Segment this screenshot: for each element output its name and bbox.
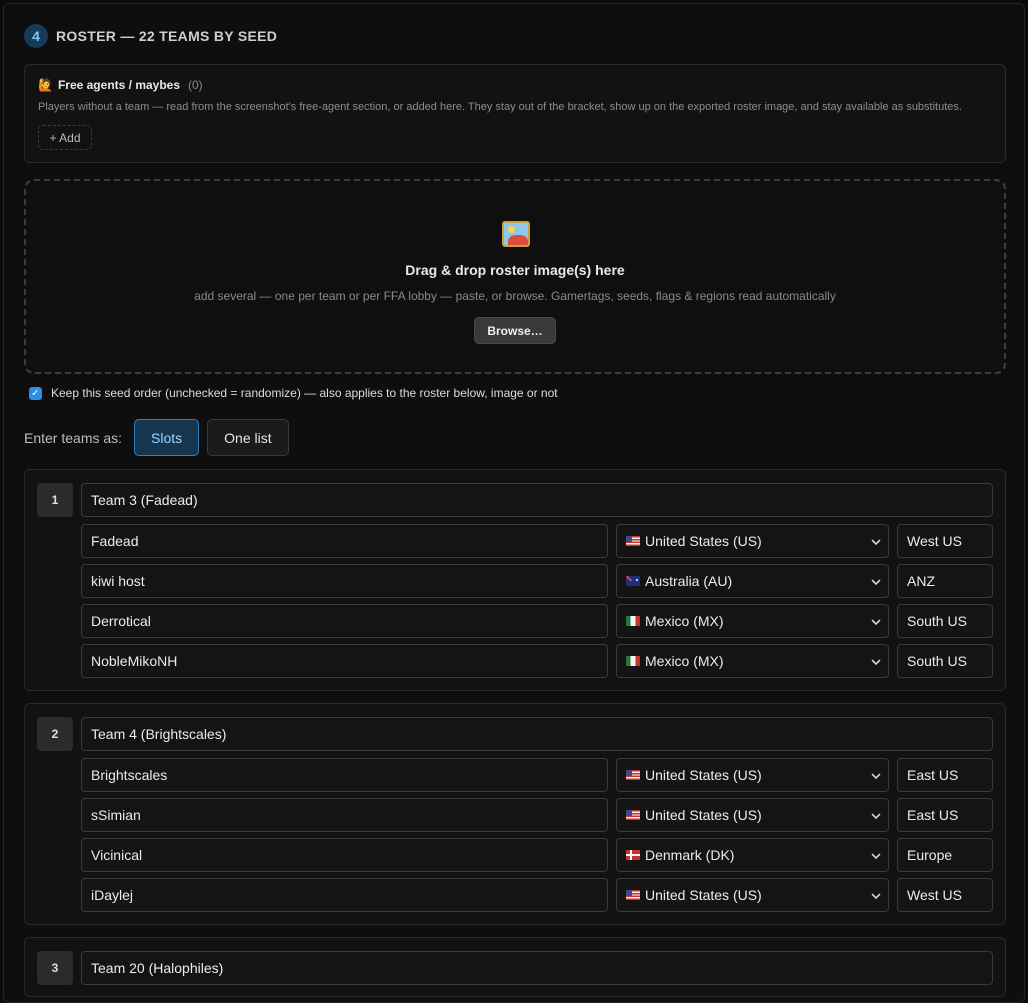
flag-icon	[626, 890, 640, 900]
entry-mode-row: Enter teams as: Slots One list	[24, 419, 297, 456]
chevron-down-icon	[870, 575, 882, 587]
team-card: 3 Team 20 (Halophiles)	[24, 937, 1006, 997]
player-tag-input[interactable]: NobleMikoNH	[81, 644, 608, 678]
country-label: United States (US)	[645, 887, 762, 903]
region-input[interactable]: East US	[897, 798, 993, 832]
team-card: 1 Team 3 (Fadead) Fadead United States (US)…	[24, 469, 1006, 691]
player-tag-input[interactable]: Vicinical	[81, 838, 608, 872]
flag-icon	[626, 850, 640, 860]
chevron-down-icon	[870, 535, 882, 547]
region-input[interactable]: ANZ	[897, 564, 993, 598]
keep-seed-order-row[interactable]: ✓ Keep this seed order (unchecked = rand…	[29, 386, 558, 400]
entry-mode-label: Enter teams as:	[24, 429, 123, 446]
team-name-input[interactable]: Team 3 (Fadead)	[81, 483, 993, 517]
country-label: United States (US)	[645, 807, 762, 823]
country-label: Mexico (MX)	[645, 653, 724, 669]
region-input[interactable]: South US	[897, 604, 993, 638]
chevron-down-icon	[870, 615, 882, 627]
keep-seed-order-label: Keep this seed order (unchecked = random…	[51, 386, 558, 400]
region-input[interactable]: Europe	[897, 838, 993, 872]
country-select[interactable]: United States (US)	[616, 798, 889, 832]
keep-seed-order-checkbox[interactable]: ✓	[29, 386, 42, 400]
player-tag-input[interactable]: Fadead	[81, 524, 608, 558]
chevron-down-icon	[870, 655, 882, 667]
chevron-down-icon	[870, 849, 882, 861]
section-title: ROSTER — 22 TEAMS BY SEED	[56, 28, 278, 44]
seed-badge: 3	[37, 951, 73, 985]
country-select[interactable]: Mexico (MX)	[616, 604, 889, 638]
country-label: United States (US)	[645, 533, 762, 549]
country-select[interactable]: United States (US)	[616, 758, 889, 792]
flag-icon	[626, 810, 640, 820]
one-list-mode-button[interactable]: One list	[207, 419, 289, 456]
flag-icon	[626, 576, 640, 586]
free-agents-count: (0)	[188, 78, 203, 92]
flag-icon	[626, 616, 640, 626]
region-input[interactable]: South US	[897, 644, 993, 678]
player-tag-input[interactable]: iDaylej	[81, 878, 608, 912]
raising-hand-icon: 🙋	[38, 78, 53, 92]
free-agents-title: Free agents / maybes	[57, 78, 181, 92]
player-tag-input[interactable]: Derrotical	[81, 604, 608, 638]
country-select[interactable]: United States (US)	[616, 878, 889, 912]
country-select[interactable]: Australia (AU)	[616, 564, 889, 598]
dropzone-subtitle: add several — one per team or per FFA lo…	[194, 289, 836, 303]
free-agents-header: 🙋 Free agents / maybes (0)	[38, 78, 203, 92]
seed-badge: 1	[37, 483, 73, 517]
add-free-agent-button[interactable]: + Add	[38, 125, 92, 150]
region-input[interactable]: West US	[897, 878, 993, 912]
dropzone-title: Drag & drop roster image(s) here	[405, 262, 625, 278]
flag-icon	[626, 656, 640, 666]
country-label: United States (US)	[645, 767, 762, 783]
team-name-input[interactable]: Team 4 (Brightscales)	[81, 717, 993, 751]
chevron-down-icon	[870, 809, 882, 821]
framed-picture-icon	[502, 221, 530, 247]
chevron-down-icon	[870, 889, 882, 901]
section-header: 4 ROSTER — 22 TEAMS BY SEED	[24, 24, 277, 48]
slots-mode-button[interactable]: Slots	[134, 419, 200, 456]
region-input[interactable]: East US	[897, 758, 993, 792]
country-select[interactable]: Denmark (DK)	[616, 838, 889, 872]
region-input[interactable]: West US	[897, 524, 993, 558]
player-tag-input[interactable]: Brightscales	[81, 758, 608, 792]
team-card: 2 Team 4 (Brightscales) Brightscales United…	[24, 703, 1006, 925]
player-tag-input[interactable]: sSimian	[81, 798, 608, 832]
roster-panel: 4 ROSTER — 22 TEAMS BY SEED 🙋 Free agent…	[3, 3, 1025, 1003]
free-agents-card: 🙋 Free agents / maybes (0) Players witho…	[24, 64, 1006, 163]
roster-image-dropzone[interactable]: Drag & drop roster image(s) here add sev…	[24, 179, 1006, 374]
team-name-input[interactable]: Team 20 (Halophiles)	[81, 951, 993, 985]
seed-badge: 2	[37, 717, 73, 751]
player-tag-input[interactable]: kiwi host	[81, 564, 608, 598]
flag-icon	[626, 770, 640, 780]
country-label: Denmark (DK)	[645, 847, 735, 863]
country-select[interactable]: United States (US)	[616, 524, 889, 558]
free-agents-description: Players without a team — read from the s…	[38, 101, 962, 113]
country-label: Mexico (MX)	[645, 613, 724, 629]
country-label: Australia (AU)	[645, 573, 733, 589]
country-select[interactable]: Mexico (MX)	[616, 644, 889, 678]
browse-button[interactable]: Browse…	[474, 317, 556, 344]
step-badge: 4	[24, 24, 48, 48]
chevron-down-icon	[870, 769, 882, 781]
flag-icon	[626, 536, 640, 546]
